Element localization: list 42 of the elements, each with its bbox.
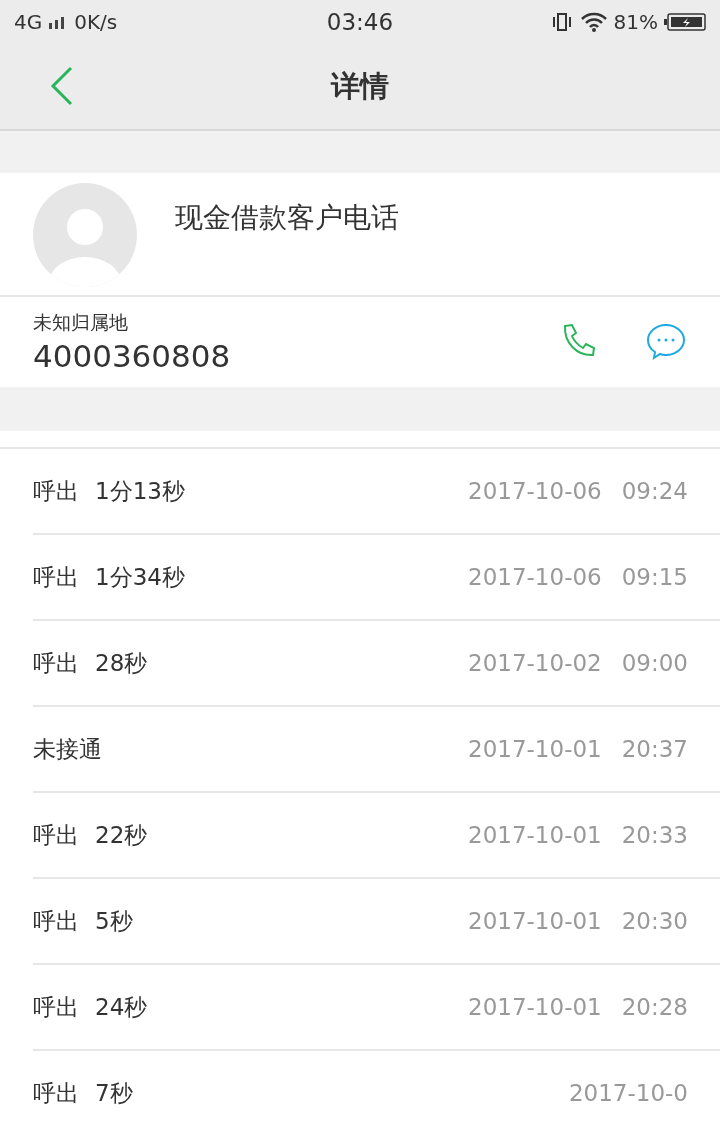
network-speed: 0K/s [74,10,118,34]
call-duration: 7秒 [95,1078,133,1108]
call-duration: 28秒 [95,648,148,678]
call-time: 20:28 [621,994,688,1020]
call-duration: 22秒 [95,820,148,850]
contact-name: 现金借款客户电话 [175,200,399,236]
call-duration: 1分13秒 [95,476,185,506]
call-type: 呼出 [33,820,79,850]
call-time: 09:15 [621,564,688,590]
back-icon[interactable] [50,66,74,106]
call-type: 呼出 [33,648,79,678]
call-duration: 24秒 [95,992,148,1022]
call-date: 2017-10-01 [468,994,602,1020]
call-date: 2017-10-06 [468,478,602,504]
clock: 03:46 [325,9,395,35]
call-duration: 1分34秒 [95,562,185,592]
network-type: 4G [14,10,43,34]
page-title: 详情 [331,67,389,105]
location-label: 未知归属地 [33,310,129,335]
call-time: 09:00 [621,650,688,676]
battery-icon [664,13,706,31]
call-time: 20:37 [621,736,688,762]
call-date: 2017-10-02 [468,650,602,676]
call-time: 20:33 [621,822,688,848]
call-type: 未接通 [33,734,102,764]
call-date: 2017-10-01 [468,822,602,848]
call-time: 09:24 [621,478,688,504]
phone-number: 4000360808 [33,338,232,374]
call-type: 呼出 [33,906,79,936]
message-icon[interactable] [645,322,687,362]
call-date: 2017-10-01 [468,736,602,762]
call-type: 呼出 [33,476,79,506]
call-type: 呼出 [33,992,79,1022]
call-duration: 5秒 [95,906,133,936]
call-date: 2017-10-06 [468,564,602,590]
battery-percent: 81% [613,10,658,34]
call-time: 20:30 [621,908,688,934]
call-type: 呼出 [33,562,79,592]
wifi-icon [579,12,608,32]
call-type: 呼出 [33,1078,79,1108]
call-date: 2017-10-01 [468,908,602,934]
call-date: 2017-10-0 [568,1080,688,1106]
